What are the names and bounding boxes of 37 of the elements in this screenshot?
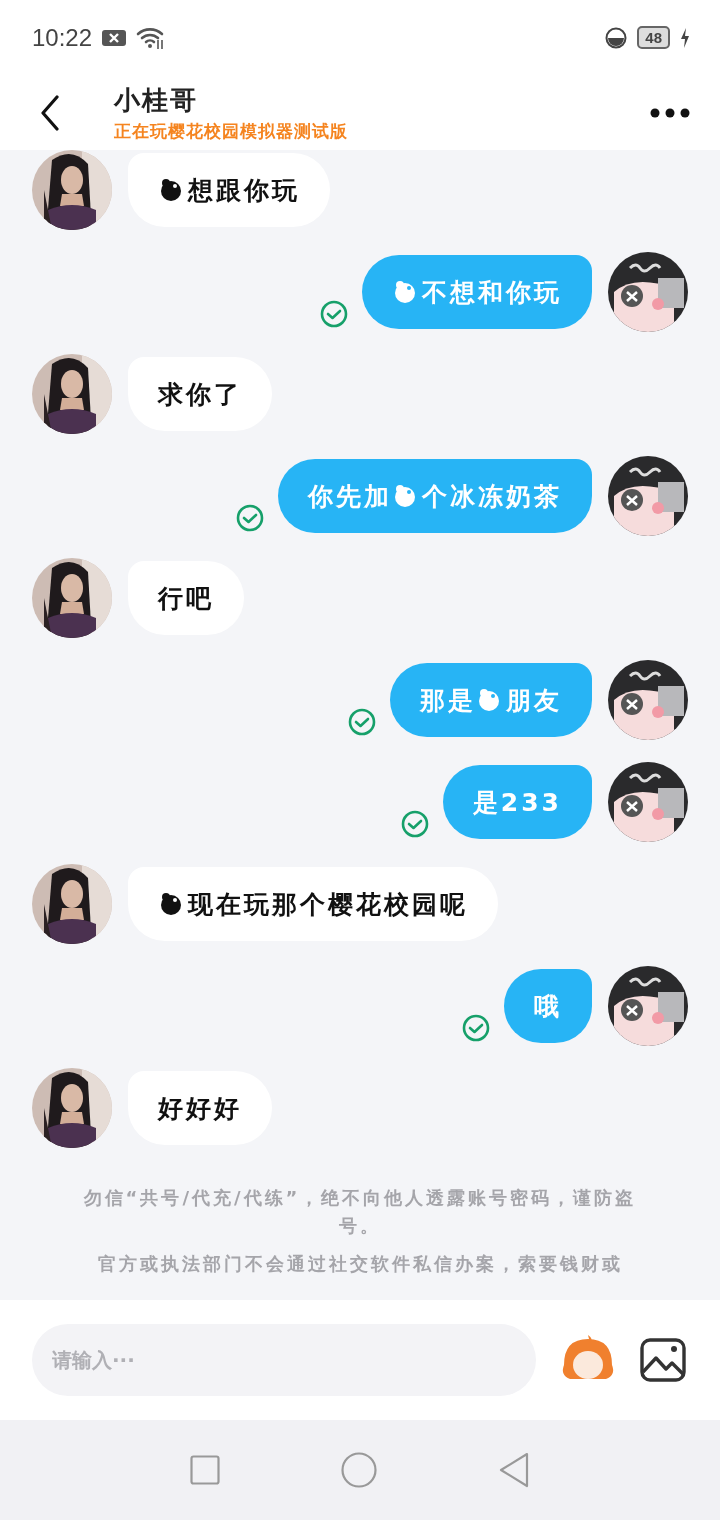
image-icon bbox=[640, 1338, 686, 1382]
contact-status: 正在玩樱花校园模拟器测试版 bbox=[114, 119, 349, 143]
emoji-icon bbox=[392, 484, 418, 508]
message-bubble: 行吧 bbox=[128, 561, 244, 635]
square-icon bbox=[190, 1455, 221, 1485]
contact-name: 小桂哥 bbox=[114, 83, 199, 117]
data-saver-icon bbox=[605, 26, 628, 49]
image-button[interactable] bbox=[640, 1338, 686, 1382]
safety-notice: 官方或执法部门不会通过社交软件私信办案，索要钱财或 bbox=[96, 1252, 624, 1276]
back-button[interactable] bbox=[40, 94, 60, 131]
triangle-back-icon bbox=[497, 1452, 530, 1488]
message-bubble: 求你了 bbox=[128, 357, 272, 431]
message-bubble: 哦 bbox=[504, 969, 592, 1043]
message-input[interactable]: 请输入··· bbox=[32, 1324, 536, 1396]
emoji-icon bbox=[158, 892, 184, 916]
message-bubble: 好好好 bbox=[128, 1071, 272, 1145]
emoji-icon bbox=[158, 178, 184, 202]
more-icon bbox=[650, 107, 690, 118]
back-nav-button[interactable] bbox=[497, 1452, 530, 1488]
safety-notice: 勿信“共号/代充/代练”，绝不向他人透露账号密码，谨防盗号。 bbox=[82, 1186, 638, 1238]
clock-time: 10:22 bbox=[32, 23, 93, 52]
notification-icon bbox=[102, 28, 127, 47]
battery-level: 48 bbox=[637, 26, 670, 49]
charging-icon bbox=[680, 27, 690, 48]
recents-button[interactable] bbox=[190, 1455, 221, 1485]
message-bubble: 想跟你玩 bbox=[128, 153, 330, 227]
circle-icon bbox=[341, 1452, 377, 1488]
more-button[interactable] bbox=[650, 107, 690, 118]
back-icon bbox=[40, 94, 60, 131]
message-bubble: 你先加 个冰冻奶茶 bbox=[278, 459, 592, 533]
message-bubble: 那是 朋友 bbox=[390, 663, 592, 737]
message-bubble: 现在玩那个樱花校园呢 bbox=[128, 867, 498, 941]
message-bubble: 是233 bbox=[442, 765, 592, 839]
emoji-icon bbox=[392, 280, 418, 304]
message-bubble: 不想和你玩 bbox=[362, 255, 592, 329]
emoji-icon bbox=[476, 688, 502, 712]
home-button[interactable] bbox=[341, 1452, 377, 1488]
